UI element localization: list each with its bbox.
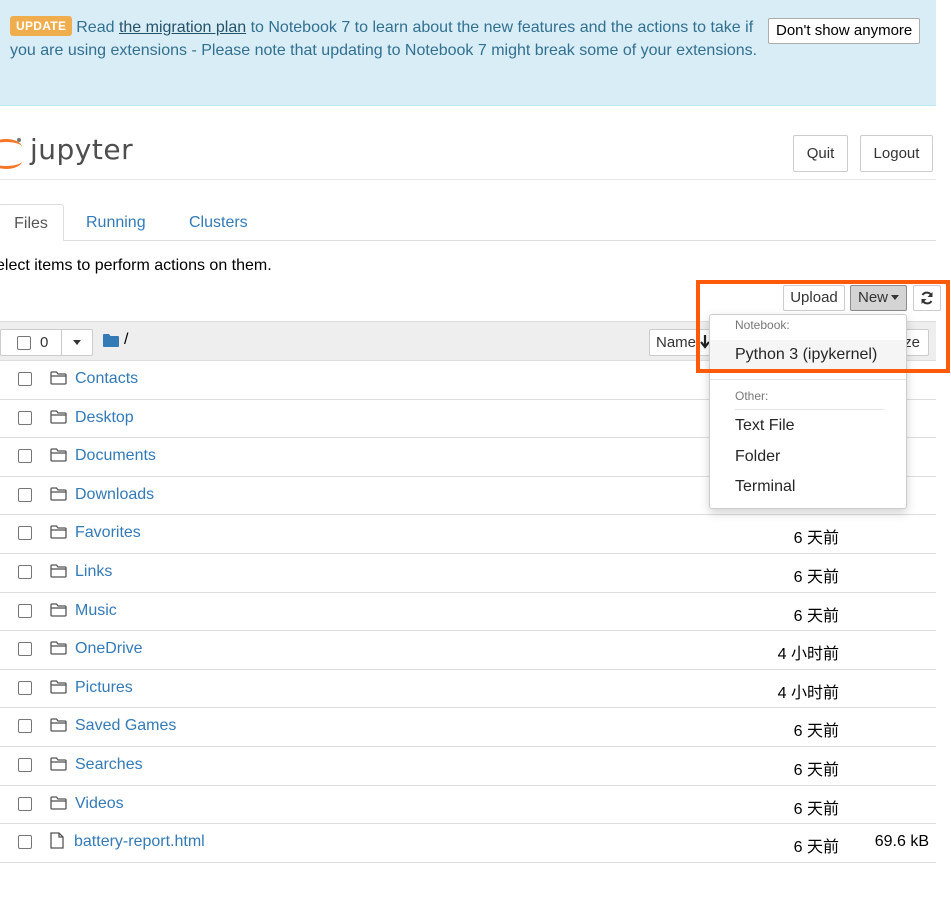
file-list-row[interactable]: Videos 6 天前 bbox=[0, 786, 936, 825]
modified-time: 6 天前 bbox=[793, 723, 839, 741]
modified-time: 6 天前 bbox=[793, 607, 839, 625]
logo-text: jupyter bbox=[30, 133, 134, 166]
folder-icon bbox=[50, 448, 67, 467]
file-list-row[interactable]: Pictures 4 小时前 bbox=[0, 670, 936, 709]
item-name-link[interactable]: Pictures bbox=[75, 679, 133, 697]
new-dropdown-menu: Notebook: Python 3 (ipykernel) Other: Te… bbox=[709, 314, 907, 509]
dont-show-anymore-button[interactable]: Don't show anymore bbox=[768, 18, 921, 44]
new-button[interactable]: New bbox=[850, 285, 907, 311]
row-checkbox[interactable] bbox=[18, 487, 32, 502]
folder-icon bbox=[50, 680, 67, 699]
item-name-link[interactable]: Desktop bbox=[75, 409, 134, 427]
folder-icon bbox=[50, 641, 67, 660]
row-checkbox[interactable] bbox=[18, 758, 32, 772]
menu-item-text-file[interactable]: Text File bbox=[735, 417, 795, 435]
folder-icon bbox=[50, 487, 67, 506]
modified-time: 6 天前 bbox=[793, 530, 839, 548]
tabs-baseline bbox=[0, 240, 936, 241]
sort-name-label: Name bbox=[656, 334, 697, 351]
folder-icon bbox=[50, 409, 67, 429]
folder-icon bbox=[50, 525, 67, 544]
item-name-link[interactable]: Documents bbox=[75, 447, 156, 465]
banner-text-before: Read bbox=[76, 19, 119, 36]
modified-time: 6 天前 bbox=[793, 839, 839, 857]
select-caret-down-icon[interactable] bbox=[73, 340, 81, 345]
file-list-row[interactable]: Searches 6 天前 bbox=[0, 747, 936, 786]
file-list-row[interactable]: Favorites 6 天前 bbox=[0, 515, 936, 554]
selection-hint: elect items to perform actions on them. bbox=[0, 257, 272, 274]
modified-time: 6 天前 bbox=[793, 762, 839, 779]
selected-count: 0 bbox=[40, 334, 49, 351]
modified-time: 6 天前 bbox=[793, 569, 839, 586]
item-name-link[interactable]: Saved Games bbox=[75, 717, 176, 735]
folder-icon bbox=[50, 602, 67, 622]
select-all-checkbox[interactable] bbox=[17, 336, 31, 350]
modified-time: 4 小时前 bbox=[777, 684, 839, 702]
file-list-row[interactable]: Links 6 天前 bbox=[0, 554, 936, 593]
folder-icon bbox=[50, 795, 67, 815]
menu-item-python3-ipykernel[interactable]: Python 3 (ipykernel) bbox=[710, 340, 906, 370]
refresh-button[interactable] bbox=[913, 285, 941, 311]
row-checkbox[interactable] bbox=[18, 719, 32, 734]
tab-running[interactable]: Running bbox=[86, 204, 146, 241]
breadcrumb-root[interactable]: / bbox=[124, 331, 128, 349]
update-badge: UPDATE bbox=[10, 16, 73, 36]
file-list-row[interactable]: battery-report.html 6 天前 69.6 kB bbox=[0, 824, 936, 863]
migration-banner: UPDATE Read the migration plan to Noteboo… bbox=[0, 0, 936, 106]
row-checkbox[interactable] bbox=[18, 372, 32, 386]
menu-item-terminal[interactable]: Terminal bbox=[735, 478, 795, 496]
modified-time: 4 小时前 bbox=[777, 646, 839, 664]
caret-down-icon bbox=[891, 295, 899, 300]
select-all-dropdown[interactable]: 0 bbox=[0, 329, 93, 356]
tab-files[interactable]: Files bbox=[0, 204, 64, 241]
item-name-link[interactable]: Favorites bbox=[75, 524, 141, 542]
jupyter-logo-icon bbox=[0, 138, 22, 169]
row-checkbox[interactable] bbox=[18, 642, 32, 657]
item-name-link[interactable]: Videos bbox=[75, 795, 124, 813]
file-list-row[interactable]: Saved Games 6 天前 bbox=[0, 708, 936, 747]
notebook-section-header: Notebook: bbox=[735, 318, 790, 332]
item-name-link[interactable]: battery-report.html bbox=[74, 833, 205, 851]
file-icon bbox=[50, 832, 64, 854]
select-divider bbox=[61, 330, 62, 355]
other-section-header: Other: bbox=[735, 389, 769, 403]
item-name-link[interactable]: Searches bbox=[75, 756, 143, 774]
logout-button[interactable]: Logout bbox=[860, 135, 933, 172]
folder-icon bbox=[50, 757, 67, 776]
tab-clusters[interactable]: Clusters bbox=[189, 204, 248, 241]
file-list-row[interactable]: Music 6 天前 bbox=[0, 593, 936, 632]
row-checkbox[interactable] bbox=[18, 603, 32, 618]
folder-icon bbox=[50, 718, 67, 737]
menu-divider bbox=[710, 379, 906, 380]
modified-time: 6 天前 bbox=[793, 800, 839, 818]
row-checkbox[interactable] bbox=[18, 835, 32, 850]
row-checkbox[interactable] bbox=[18, 526, 32, 541]
row-checkbox[interactable] bbox=[18, 796, 32, 811]
item-name-link[interactable]: Downloads bbox=[75, 486, 154, 504]
item-name-link[interactable]: Links bbox=[75, 563, 112, 581]
other-divider bbox=[735, 409, 884, 410]
file-size: 69.6 kB bbox=[874, 833, 929, 851]
quit-button[interactable]: Quit bbox=[793, 135, 848, 172]
row-checkbox[interactable] bbox=[18, 410, 32, 425]
item-name-link[interactable]: Music bbox=[75, 602, 117, 620]
banner-message: UPDATE Read the migration plan to Noteboo… bbox=[10, 16, 770, 62]
item-name-link[interactable]: OneDrive bbox=[75, 640, 143, 658]
folder-icon[interactable] bbox=[103, 334, 119, 347]
migration-plan-link[interactable]: the migration plan bbox=[119, 19, 246, 36]
header-divider bbox=[0, 179, 936, 180]
row-checkbox[interactable] bbox=[18, 565, 32, 579]
item-name-link[interactable]: Contacts bbox=[75, 370, 138, 388]
row-checkbox[interactable] bbox=[18, 449, 32, 464]
row-checkbox[interactable] bbox=[18, 680, 32, 695]
file-list-row[interactable]: OneDrive 4 小时前 bbox=[0, 631, 936, 670]
folder-icon bbox=[50, 371, 67, 390]
menu-item-folder[interactable]: Folder bbox=[735, 448, 780, 466]
folder-icon bbox=[50, 564, 67, 583]
upload-button[interactable]: Upload bbox=[783, 285, 845, 311]
refresh-icon bbox=[921, 291, 933, 305]
new-button-label: New bbox=[857, 289, 888, 306]
